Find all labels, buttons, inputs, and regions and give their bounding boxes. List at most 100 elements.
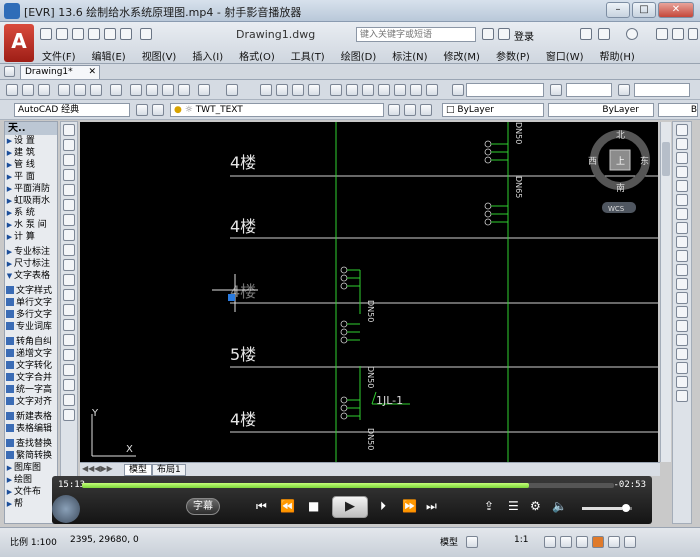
- mirror-icon[interactable]: [676, 152, 688, 164]
- zoom-window-icon[interactable]: [292, 84, 304, 96]
- fillet-icon[interactable]: [676, 334, 688, 346]
- qat-open-icon[interactable]: [56, 28, 68, 40]
- step-forward-icon[interactable]: ⏵: [380, 499, 386, 513]
- autocad-logo[interactable]: A: [4, 24, 34, 62]
- panel-item-help[interactable]: ▶ 帮: [5, 498, 57, 510]
- panel-item-calc[interactable]: ▶ 计 算: [5, 231, 57, 243]
- search-icon[interactable]: [482, 28, 494, 40]
- explode-icon[interactable]: [676, 362, 688, 374]
- revcloud-tool-icon[interactable]: [63, 229, 75, 241]
- user-icon[interactable]: [498, 28, 510, 40]
- break-icon[interactable]: [676, 292, 688, 304]
- lineweight-combo[interactable]: B: [658, 103, 698, 117]
- qat-redo-icon[interactable]: [140, 28, 152, 40]
- hatch-tool-icon[interactable]: [63, 334, 75, 346]
- ellipse-arc-tool-icon[interactable]: [63, 274, 75, 286]
- qat-print-icon[interactable]: [104, 28, 116, 40]
- rotate-icon[interactable]: [676, 208, 688, 220]
- zoom-realtime-icon[interactable]: [276, 84, 288, 96]
- next-chapter-icon[interactable]: ⏭: [426, 499, 437, 513]
- panel-item-prof-dim[interactable]: ▶ 专业标注: [5, 246, 57, 258]
- panel-item-word-lib[interactable]: 专业词库: [5, 321, 57, 333]
- qat-undo-icon[interactable]: [120, 28, 132, 40]
- close-button[interactable]: ✕: [658, 2, 694, 18]
- erase-icon[interactable]: [676, 124, 688, 136]
- modify-extra-icon[interactable]: [676, 376, 688, 388]
- extend-icon[interactable]: [676, 264, 688, 276]
- copy-icon[interactable]: [146, 84, 158, 96]
- stretch-icon[interactable]: [676, 236, 688, 248]
- qat-save-icon[interactable]: [72, 28, 84, 40]
- text-style-combo[interactable]: [466, 83, 544, 97]
- gradient-tool-icon[interactable]: [63, 349, 75, 361]
- vertical-scrollbar[interactable]: [660, 122, 671, 462]
- annotation-scale[interactable]: 1:1: [514, 535, 528, 545]
- annotation-visibility-icon[interactable]: [544, 536, 556, 548]
- panel-item-size-dim[interactable]: ▶ 尺寸标注: [5, 258, 57, 270]
- make-block-tool-icon[interactable]: [63, 304, 75, 316]
- workspace-switch-icon[interactable]: [560, 536, 572, 548]
- match-prop-icon[interactable]: [178, 84, 190, 96]
- menu-format[interactable]: 格式(O): [231, 48, 283, 63]
- region-tool-icon[interactable]: [63, 364, 75, 376]
- open-icon[interactable]: [22, 84, 34, 96]
- add-selected-tool-icon[interactable]: [63, 409, 75, 421]
- panel-item-file-layout[interactable]: ▶ 文件布: [5, 486, 57, 498]
- table-tool-icon[interactable]: [63, 379, 75, 391]
- quick-view-icon[interactable]: [466, 536, 478, 548]
- panel-item-siphon[interactable]: ▶ 虹吸雨水: [5, 195, 57, 207]
- color-combo[interactable]: □ ByLayer: [442, 103, 544, 117]
- mtext-tool-icon[interactable]: [63, 394, 75, 406]
- markup-icon[interactable]: [394, 84, 406, 96]
- polygon-tool-icon[interactable]: [63, 169, 75, 181]
- panel-item-system[interactable]: ▶ 系 统: [5, 207, 57, 219]
- spline-tool-icon[interactable]: [63, 244, 75, 256]
- play-button[interactable]: ▶: [332, 496, 368, 518]
- break-point-icon[interactable]: [676, 278, 688, 290]
- linetype-combo[interactable]: ByLayer: [548, 103, 654, 117]
- fast-forward-icon[interactable]: ⏩: [402, 499, 417, 513]
- insert-block-tool-icon[interactable]: [63, 289, 75, 301]
- menu-edit[interactable]: 编辑(E): [84, 48, 134, 63]
- menu-dimension[interactable]: 标注(N): [384, 48, 435, 63]
- panel-item-multi-text[interactable]: 多行文字: [5, 309, 57, 321]
- volume-knob[interactable]: [622, 504, 630, 512]
- dim-style-icon[interactable]: [550, 84, 562, 96]
- panel-item-convert[interactable]: 文字转化: [5, 360, 57, 372]
- menu-modify[interactable]: 修改(M): [436, 48, 488, 63]
- pan-icon[interactable]: [260, 84, 272, 96]
- chamfer-icon[interactable]: [676, 320, 688, 332]
- acad-minimize-icon[interactable]: [656, 28, 668, 40]
- offset-icon[interactable]: [676, 166, 688, 178]
- layer-states-icon[interactable]: [420, 104, 432, 116]
- layer-combo[interactable]: ● ☼ TWT_TEXT: [170, 103, 384, 117]
- modify-extra2-icon[interactable]: [676, 390, 688, 402]
- publish-icon[interactable]: [90, 84, 102, 96]
- exchange-icon[interactable]: [580, 28, 592, 40]
- lock-icon[interactable]: [576, 536, 588, 548]
- copy-object-icon[interactable]: [676, 138, 688, 150]
- plot-icon[interactable]: [58, 84, 70, 96]
- sheet-set-icon[interactable]: [378, 84, 390, 96]
- maximize-button[interactable]: □: [632, 2, 656, 18]
- panel-item-building[interactable]: ▶ 建 筑: [5, 147, 57, 159]
- menu-tools[interactable]: 工具(T): [283, 48, 333, 63]
- menu-help[interactable]: 帮助(H): [592, 48, 643, 63]
- rewind-icon[interactable]: ⏪: [280, 499, 295, 513]
- stop-icon[interactable]: ■: [308, 499, 319, 513]
- undo-icon[interactable]: [198, 84, 210, 96]
- tab-model[interactable]: 模型: [124, 464, 153, 476]
- polyline-tool-icon[interactable]: [63, 154, 75, 166]
- qat-new-icon[interactable]: [40, 28, 52, 40]
- redo-icon[interactable]: [226, 84, 238, 96]
- menu-parameter[interactable]: 参数(P): [488, 48, 538, 63]
- panel-item-drawing-tools[interactable]: ▶ 绘图: [5, 474, 57, 486]
- panel-item-merge[interactable]: 文字合并: [5, 372, 57, 384]
- clean-screen-icon[interactable]: [624, 536, 636, 548]
- workspace-settings-icon[interactable]: [136, 104, 148, 116]
- tab-layout1[interactable]: 布局1: [152, 464, 186, 476]
- panel-item-settings[interactable]: ▶ 设 置: [5, 135, 57, 147]
- arc-tool-icon[interactable]: [63, 199, 75, 211]
- panel-item-fire[interactable]: ▶ 平面消防: [5, 183, 57, 195]
- trim-icon[interactable]: [676, 250, 688, 262]
